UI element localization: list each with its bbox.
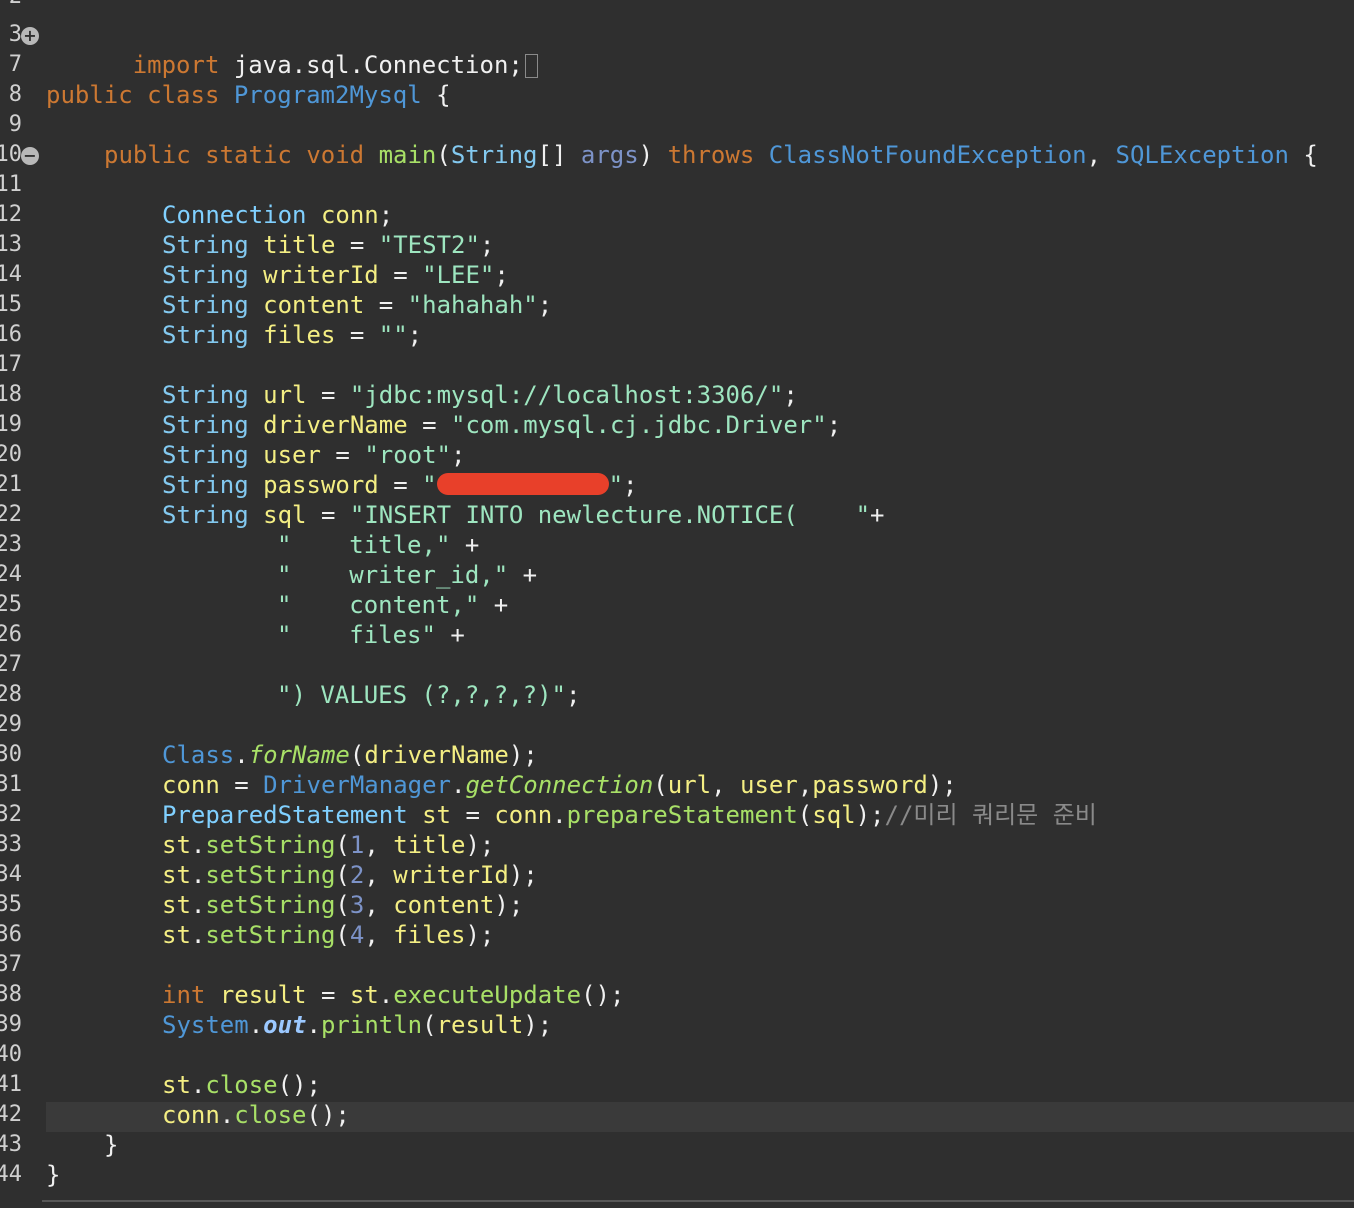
code-line: 17 xyxy=(0,350,1354,380)
code-line: 20 String user = "root"; xyxy=(0,440,1354,470)
line-number: 28 xyxy=(0,682,22,707)
code-line: 9 xyxy=(0,110,1354,140)
line-number: 11 xyxy=(0,172,22,197)
code-line: 19 String driverName = "com.mysql.cj.jdb… xyxy=(0,410,1354,440)
line-number: 18 xyxy=(0,382,22,407)
line-number: 32 xyxy=(0,802,22,827)
code-line: 38 int result = st.executeUpdate(); xyxy=(0,980,1354,1010)
line-number: 35 xyxy=(0,892,22,917)
code-line: 36 st.setString(4, files); xyxy=(0,920,1354,950)
line-number: 37 xyxy=(0,952,22,977)
line-number: 2 xyxy=(0,0,22,9)
line-number: 41 xyxy=(0,1072,22,1097)
code-line-current[interactable]: 42 conn.close(); xyxy=(0,1100,1354,1130)
code-line: 7 xyxy=(0,50,1354,80)
line-number: 31 xyxy=(0,772,22,797)
line-number: 10 xyxy=(0,142,22,167)
line-number: 12 xyxy=(0,202,22,227)
line-number: 36 xyxy=(0,922,22,947)
code-line: 27 xyxy=(0,650,1354,680)
line-number: 44 xyxy=(0,1162,22,1187)
line-number: 20 xyxy=(0,442,22,467)
line-number: 23 xyxy=(0,532,22,557)
line-number: 24 xyxy=(0,562,22,587)
code-line: 29 xyxy=(0,710,1354,740)
line-number: 21 xyxy=(0,472,22,497)
code-line: 2 xyxy=(0,0,1354,12)
method-name: main xyxy=(378,141,437,169)
code-line: 28 ") VALUES (?,?,?,?)"; xyxy=(0,680,1354,710)
comment: //미리 쿼리문 준비 xyxy=(884,801,1097,829)
code-line: 18 String url = "jdbc:mysql://localhost:… xyxy=(0,380,1354,410)
code-line-class: 8 public class Program2Mysql { xyxy=(0,80,1354,110)
code-line: 24 " writer_id," + xyxy=(0,560,1354,590)
line-number: 13 xyxy=(0,232,22,257)
line-number: 7 xyxy=(8,52,22,77)
code-line: 39 System.out.println(result); xyxy=(0,1010,1354,1040)
code-line: 15 String content = "hahahah"; xyxy=(0,290,1354,320)
line-number: 30 xyxy=(0,742,22,767)
code-line: 14 String writerId = "LEE"; xyxy=(0,260,1354,290)
code-line: 32 PreparedStatement st = conn.prepareSt… xyxy=(0,800,1354,830)
code-line: 25 " content," + xyxy=(0,590,1354,620)
keyword: class xyxy=(147,81,220,109)
line-number: 43 xyxy=(0,1132,22,1157)
code-line: 23 " title," + xyxy=(0,530,1354,560)
code-line: 16 String files = ""; xyxy=(0,320,1354,350)
code-line: 21 String password = " "; xyxy=(0,470,1354,500)
code-line-main: 10 − public static void main(String[] ar… xyxy=(0,140,1354,170)
line-number: 17 xyxy=(0,352,22,377)
line-number: 9 xyxy=(8,112,22,137)
line-number: 38 xyxy=(0,982,22,1007)
line-number: 33 xyxy=(0,832,22,857)
code-line: 44 } xyxy=(0,1160,1354,1190)
code-line: 34 st.setString(2, writerId); xyxy=(0,860,1354,890)
expand-fold-icon[interactable]: + xyxy=(21,27,39,45)
line-number: 29 xyxy=(0,712,22,737)
code-line: 33 st.setString(1, title); xyxy=(0,830,1354,860)
line-number: 39 xyxy=(0,1012,22,1037)
code-line: 12 Connection conn; xyxy=(0,200,1354,230)
line-number: 3 xyxy=(8,22,22,47)
line-number: 16 xyxy=(0,322,22,347)
line-number: 19 xyxy=(0,412,22,437)
code-line: 22 String sql = "INSERT INTO newlecture.… xyxy=(0,500,1354,530)
code-line: 31 conn = DriverManager.getConnection(ur… xyxy=(0,770,1354,800)
line-number: 15 xyxy=(0,292,22,317)
line-number: 25 xyxy=(0,592,22,617)
code-line-import: 3 + import java.sql.Connection; xyxy=(0,20,1354,79)
line-number: 8 xyxy=(8,82,22,107)
code-line: 26 " files" + xyxy=(0,620,1354,650)
code-line: 43 } xyxy=(0,1130,1354,1160)
code-line: 40 xyxy=(0,1040,1354,1070)
class-name: Program2Mysql xyxy=(233,81,422,109)
line-number: 27 xyxy=(0,652,22,677)
line-number: 40 xyxy=(0,1042,22,1067)
code-line: 11 xyxy=(0,170,1354,200)
code-line: 13 String title = "TEST2"; xyxy=(0,230,1354,260)
code-editor[interactable]: 2 3 + import java.sql.Connection; 7 8 pu… xyxy=(0,0,1354,1208)
line-number: 42 xyxy=(0,1102,22,1127)
line-number: 26 xyxy=(0,622,22,647)
line-number: 22 xyxy=(0,502,22,527)
keyword: public xyxy=(46,81,133,109)
redaction-mark xyxy=(436,473,609,495)
collapse-fold-icon[interactable]: − xyxy=(21,147,39,165)
line-number: 14 xyxy=(0,262,22,287)
line-number: 34 xyxy=(0,862,22,887)
code-line: 30 Class.forName(driverName); xyxy=(0,740,1354,770)
code-line: 35 st.setString(3, content); xyxy=(0,890,1354,920)
code-line: 41 st.close(); xyxy=(0,1070,1354,1100)
editor-bottom-border xyxy=(42,1200,1354,1202)
code-line: 37 xyxy=(0,950,1354,980)
